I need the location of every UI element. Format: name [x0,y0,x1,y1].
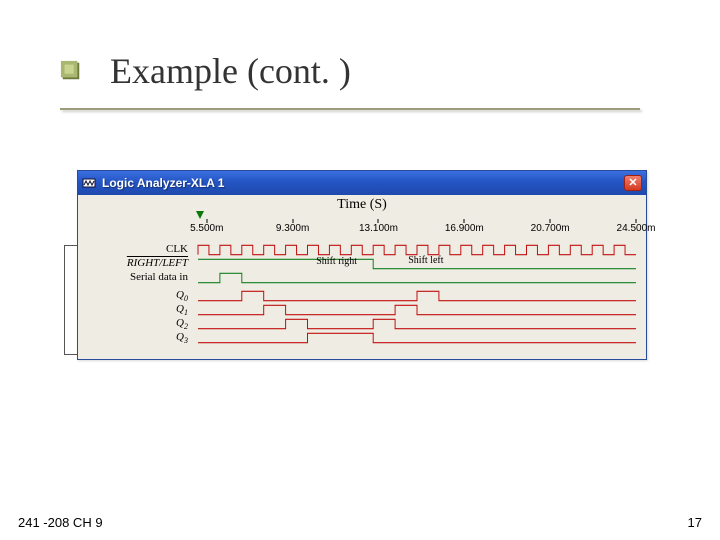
window-title: Logic Analyzer-XLA 1 [102,176,618,190]
footer-left: 241 -208 CH 9 [18,515,103,530]
page-number: 17 [688,515,702,530]
wave-q1 [198,303,636,317]
marker-icon [196,211,204,219]
chart-area: Time (S) 5.500m 9.300m 13.100m 16.900m 2… [78,195,646,359]
signal-row-clk: CLK [78,243,646,257]
wave-q0 [198,289,636,303]
signal-row-q3: Q3 [78,331,646,345]
tick-1: 9.300m [276,223,309,234]
label-rl: RIGHT/LEFT [78,257,194,269]
close-button[interactable]: ✕ [624,175,642,191]
annot-shift-right: Shift right [316,256,357,267]
app-icon [82,176,96,190]
x-axis: 5.500m 9.300m 13.100m 16.900m 20.700m 24… [198,223,636,237]
wave-q2 [198,317,636,331]
tick-0: 5.500m [190,223,223,234]
label-q2: Q2 [78,317,194,331]
label-q1: Q1 [78,303,194,317]
signal-row-q2: Q2 [78,317,646,331]
close-icon: ✕ [628,178,637,189]
window-titlebar: Logic Analyzer-XLA 1 ✕ [78,171,646,195]
label-q3: Q3 [78,331,194,345]
annot-shift-left: Shift left [408,255,443,266]
tick-2: 13.100m [359,223,398,234]
label-sdi: Serial data in [78,271,194,283]
axis-title: Time (S) [78,195,646,213]
tick-3: 16.900m [445,223,484,234]
signal-row-q1: Q1 [78,303,646,317]
page-title: Example (cont. ) [110,50,351,92]
signal-row-q0: Q0 [78,289,646,303]
signal-row-rl: RIGHT/LEFT Shift right Shift left [78,257,646,271]
title-area: Example (cont. ) [60,50,351,92]
title-underline [60,108,640,110]
label-q0: Q0 [78,289,194,303]
tick-5: 24.500m [617,223,656,234]
label-clk: CLK [78,243,194,255]
bullet-icon [60,60,82,82]
logic-analyzer-window: Logic Analyzer-XLA 1 ✕ Time (S) 5.500m 9… [77,170,647,360]
wave-q3 [198,331,636,345]
signal-row-sdi: Serial data in [78,271,646,285]
tick-4: 20.700m [531,223,570,234]
wave-sdi [198,271,636,285]
